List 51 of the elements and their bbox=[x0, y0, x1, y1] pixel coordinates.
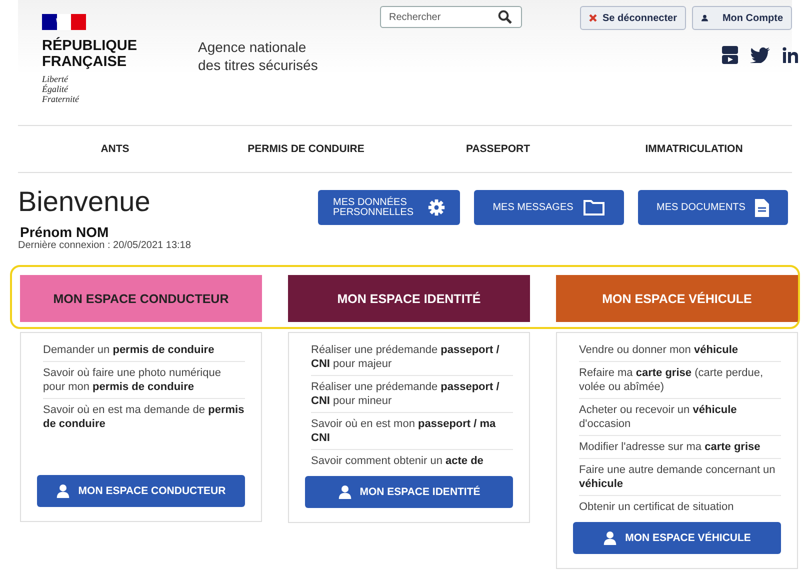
user-icon bbox=[338, 485, 352, 499]
service-link[interactable]: Réaliser une prédemande passeport / CNI pour majeur bbox=[311, 343, 513, 371]
quick-button[interactable]: MES MESSAGES bbox=[474, 190, 624, 225]
close-icon bbox=[588, 14, 597, 22]
welcome-title: Bienvenue bbox=[18, 185, 152, 219]
service-link[interactable]: Modifier l'adresse sur ma carte grise bbox=[579, 440, 781, 454]
service-link[interactable]: Réaliser une prédemande passeport / CNI pour mineur bbox=[311, 380, 513, 408]
agency-name: Agence nationale bbox=[198, 38, 308, 56]
flag-icon bbox=[42, 14, 86, 30]
service-link[interactable]: Acheter ou recevoir un véhicule d'occasion bbox=[579, 403, 781, 431]
youtube-icon[interactable] bbox=[722, 46, 738, 64]
service-link[interactable]: Savoir où en est ma demande de permis de conduire bbox=[43, 403, 245, 431]
linkedin-icon[interactable] bbox=[782, 47, 798, 63]
document-icon bbox=[755, 198, 770, 216]
space-button[interactable]: MON ESPACE IDENTITÉ bbox=[305, 476, 513, 508]
search-icon[interactable] bbox=[498, 10, 512, 24]
account-button[interactable]: Mon Compte bbox=[692, 6, 792, 30]
service-link[interactable]: Savoir où en est mon passeport / ma CNI bbox=[311, 417, 513, 445]
republic-name: FRANÇAISE bbox=[42, 54, 128, 70]
space-button[interactable]: MON ESPACE CONDUCTEUR bbox=[37, 475, 245, 507]
space-header: MON ESPACE VÉHICULE bbox=[556, 275, 798, 322]
quick-button[interactable]: MES DONNÉES PERSONNELLES bbox=[318, 190, 460, 225]
nav-link[interactable]: PERMIS DE CONDUIRE bbox=[248, 143, 364, 155]
quick-button[interactable]: MES DOCUMENTS bbox=[638, 190, 788, 225]
service-link[interactable]: Refaire ma carte grise (carte perdue, volée ou abîmée) bbox=[579, 366, 781, 394]
space-button[interactable]: MON ESPACE VÉHICULE bbox=[573, 522, 781, 554]
service-link[interactable]: Savoir où faire une photo numérique pour mon permis de conduire bbox=[43, 366, 245, 394]
twitter-icon[interactable] bbox=[750, 47, 770, 63]
republic-name: RÉPUBLIQUE bbox=[42, 38, 138, 54]
logout-button[interactable]: Se déconnecter bbox=[580, 6, 686, 30]
nav-link[interactable]: ANTS bbox=[100, 143, 130, 155]
user-icon bbox=[603, 531, 618, 545]
motto-text: Liberté bbox=[42, 74, 70, 84]
service-link[interactable]: Obtenir un certificat de situation bbox=[579, 500, 781, 514]
nav-link[interactable]: PASSEPORT bbox=[466, 143, 530, 155]
agency-name: des titres sécurisés bbox=[198, 56, 319, 74]
space-header: MON ESPACE CONDUCTEUR bbox=[20, 275, 262, 322]
motto-text: Fraternité bbox=[42, 94, 80, 104]
gear-icon bbox=[428, 199, 445, 216]
search-field[interactable]: Rechercher bbox=[380, 6, 522, 28]
folder-icon bbox=[583, 199, 606, 216]
service-link[interactable]: Vendre ou donner mon véhicule bbox=[579, 343, 781, 357]
nav-link[interactable]: IMMATRICULATION bbox=[645, 143, 743, 155]
space-header: MON ESPACE IDENTITÉ bbox=[288, 275, 530, 322]
service-link[interactable]: Savoir comment obtenir un acte de bbox=[311, 454, 513, 468]
service-link[interactable]: Demander un permis de conduire bbox=[43, 343, 245, 357]
motto-text: Égalité bbox=[42, 84, 70, 94]
service-link[interactable]: Faire une autre demande concernant un véhicule bbox=[579, 463, 781, 491]
user-name: Prénom NOM bbox=[20, 224, 110, 240]
last-login-text: Dernière connexion : 20/05/2021 13:18 bbox=[18, 240, 192, 251]
user-icon bbox=[56, 484, 70, 498]
